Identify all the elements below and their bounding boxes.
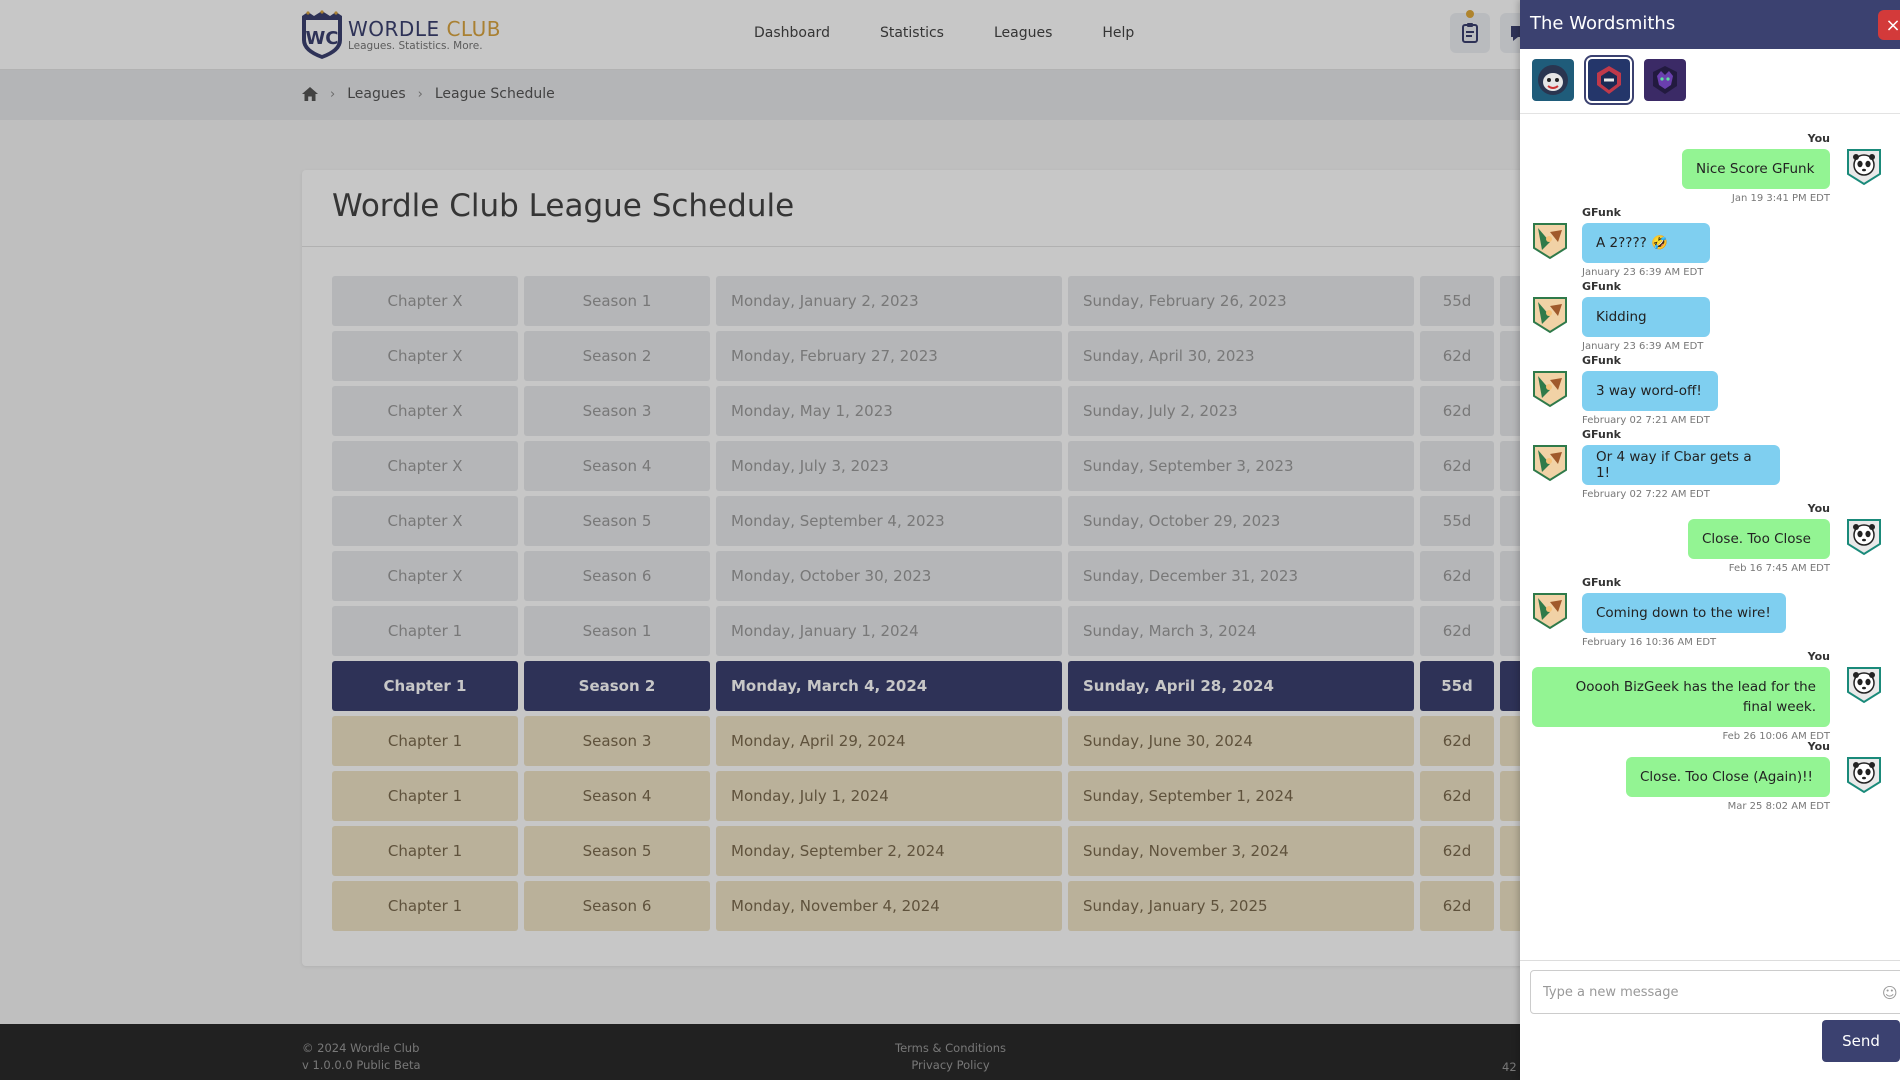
my-panda-avatar-icon bbox=[1844, 146, 1884, 186]
message-timestamp: Mar 25 8:02 AM EDT bbox=[1727, 801, 1830, 812]
message-sender: You bbox=[1807, 502, 1830, 515]
gfunk-avatar-icon bbox=[1530, 294, 1570, 334]
chat-message-input[interactable] bbox=[1530, 970, 1900, 1014]
message-bubble: 3 way word-off! bbox=[1582, 371, 1718, 411]
league-tab-panther[interactable] bbox=[1644, 59, 1686, 101]
chat-input-divider bbox=[1520, 960, 1900, 961]
gfunk-avatar-icon bbox=[1530, 590, 1570, 630]
message-bubble: Coming down to the wire! bbox=[1582, 593, 1786, 633]
message-sender: GFunk bbox=[1582, 428, 1621, 441]
message-sender: GFunk bbox=[1582, 354, 1621, 367]
message-bubble: Or 4 way if Cbar gets a 1! bbox=[1582, 445, 1780, 485]
message-sender: GFunk bbox=[1582, 280, 1621, 293]
message-sender: You bbox=[1807, 650, 1830, 663]
message-bubble: Close. Too Close (Again)!! bbox=[1626, 757, 1830, 797]
gfunk-avatar-icon bbox=[1530, 368, 1570, 408]
panther-badge-icon bbox=[1653, 66, 1677, 94]
chat-message-outgoing: You Close. Too Close (Again)!! Mar 25 8:02… bbox=[1520, 722, 1900, 816]
my-panda-avatar-icon bbox=[1844, 664, 1884, 704]
chat-close-button[interactable]: × bbox=[1878, 10, 1900, 40]
message-sender: You bbox=[1807, 740, 1830, 753]
league-avatar-tabs bbox=[1532, 55, 1686, 105]
message-bubble: Nice Score GFunk bbox=[1682, 149, 1830, 189]
gfunk-avatar-icon bbox=[1530, 442, 1570, 482]
knight-badge-icon bbox=[1597, 66, 1621, 94]
message-sender: You bbox=[1807, 132, 1830, 145]
my-panda-avatar-icon bbox=[1844, 754, 1884, 794]
league-tab-bulldog[interactable] bbox=[1532, 59, 1574, 101]
chat-panel: The Wordsmiths × You Nice Score GFunk Ja… bbox=[1520, 0, 1900, 1080]
message-sender: GFunk bbox=[1582, 206, 1621, 219]
send-button[interactable]: Send bbox=[1822, 1020, 1900, 1062]
league-tab-the-wordsmiths[interactable] bbox=[1584, 55, 1634, 105]
chat-header: The Wordsmiths × bbox=[1520, 0, 1900, 49]
bulldog-badge-icon bbox=[1538, 65, 1568, 95]
message-bubble: Close. Too Close bbox=[1688, 519, 1830, 559]
gfunk-avatar-icon bbox=[1530, 220, 1570, 260]
message-bubble: A 2???? 🤣 bbox=[1582, 223, 1710, 263]
message-bubble: Ooooh BizGeek has the lead for the final… bbox=[1532, 667, 1830, 727]
emoji-picker-icon[interactable]: ☺ bbox=[1882, 984, 1898, 1002]
close-icon: × bbox=[1885, 14, 1900, 36]
message-bubble: Kidding bbox=[1582, 297, 1710, 337]
chat-message-list[interactable]: You Nice Score GFunk Jan 19 3:41 PM EDT GFu… bbox=[1520, 114, 1900, 960]
message-sender: GFunk bbox=[1582, 576, 1621, 589]
chat-title: The Wordsmiths bbox=[1530, 13, 1676, 34]
my-panda-avatar-icon bbox=[1844, 516, 1884, 556]
